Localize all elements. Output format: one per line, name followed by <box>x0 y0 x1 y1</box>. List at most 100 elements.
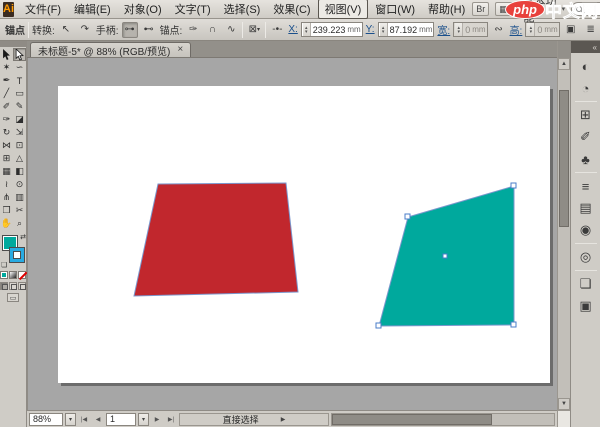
hand-tool[interactable]: ✋ <box>0 217 13 230</box>
last-artboard-button[interactable]: ▶| <box>165 413 177 426</box>
artboard[interactable] <box>58 86 550 383</box>
column-graph-tool[interactable]: ▥ <box>13 191 26 204</box>
line-segment-tool[interactable]: ╱ <box>0 87 13 100</box>
y-coordinate-field[interactable]: ▴▾ 87.192 mm <box>378 22 435 37</box>
convert-to-corner-button[interactable]: ↖ <box>58 22 74 38</box>
gradient-tool[interactable]: ◧ <box>13 165 26 178</box>
eyedropper-tool[interactable]: ≀ <box>0 178 13 191</box>
default-fill-stroke-icon[interactable]: ❏ <box>1 261 7 269</box>
close-icon[interactable]: × <box>177 45 183 55</box>
perspective-grid-tool[interactable]: △ <box>13 152 26 165</box>
magic-wand-tool[interactable]: ✶ <box>0 61 13 74</box>
stroke-panel-icon[interactable]: ≡ <box>574 175 598 197</box>
artboard-dropdown-icon[interactable]: ▾ <box>138 413 149 426</box>
lasso-tool[interactable]: ∽ <box>13 61 26 74</box>
rotate-tool[interactable]: ↻ <box>0 126 13 139</box>
swap-fill-stroke-icon[interactable]: ⇄ <box>20 233 26 241</box>
shape-builder-tool[interactable]: ⊞ <box>0 152 13 165</box>
width-tool[interactable]: ⋈ <box>0 139 13 152</box>
spinner-arrows-icon[interactable]: ▴▾ <box>455 23 463 36</box>
horizontal-scrollbar-thumb[interactable] <box>332 414 492 425</box>
color-mode-button[interactable] <box>0 271 8 279</box>
artboard-tool[interactable]: ❒ <box>0 204 13 217</box>
dock-header[interactable]: « <box>571 41 600 53</box>
spinner-arrows-icon[interactable]: ▴▾ <box>303 23 311 36</box>
gradient-mode-button[interactable] <box>9 271 17 279</box>
brushes-panel-icon[interactable]: ✐ <box>574 126 598 148</box>
artboard-number-field[interactable]: 1 <box>106 413 136 426</box>
screen-mode-button[interactable]: ▭ <box>7 293 19 302</box>
collapse-panels-icon[interactable]: « <box>593 43 597 52</box>
vertical-scrollbar-thumb[interactable] <box>559 90 569 228</box>
draw-inside-button[interactable] <box>18 282 26 290</box>
pencil-tool[interactable]: ✎ <box>13 100 26 113</box>
go-to-bridge-button[interactable]: Br <box>472 2 489 16</box>
gradient-panel-icon[interactable]: ▤ <box>574 197 598 219</box>
stroke-color-swatch[interactable] <box>9 247 25 263</box>
selection-tool[interactable] <box>0 48 13 61</box>
mesh-tool[interactable]: ▦ <box>0 165 13 178</box>
anchor-point-handle[interactable] <box>511 183 516 188</box>
convert-to-smooth-button[interactable]: ↷ <box>77 22 93 38</box>
cut-path-button[interactable]: ∿ <box>223 22 239 38</box>
menu-effect[interactable]: 效果(C) <box>267 0 316 18</box>
remove-anchor-button[interactable]: ✑ <box>185 22 201 38</box>
document-tab[interactable]: 未标题-5* @ 88% (RGB/预览) × <box>30 42 191 57</box>
x-coordinate-field[interactable]: ▴▾ 239.223 mm <box>301 22 363 37</box>
eraser-tool[interactable]: ◪ <box>13 113 26 126</box>
horizontal-scrollbar[interactable] <box>331 413 555 426</box>
previous-artboard-button[interactable]: ◀ <box>92 413 104 426</box>
canvas[interactable] <box>27 58 557 410</box>
menu-file[interactable]: 文件(F) <box>19 0 67 18</box>
symbol-sprayer-tool[interactable]: ⋔ <box>0 191 13 204</box>
pen-tool[interactable]: ✒ <box>0 74 13 87</box>
rectangle-tool[interactable]: ▭ <box>13 87 26 100</box>
status-menu-icon[interactable]: ▶ <box>281 416 286 423</box>
menu-view[interactable]: 视图(V) <box>318 0 369 19</box>
menu-help[interactable]: 帮助(H) <box>422 0 471 18</box>
vertical-scrollbar-track[interactable] <box>558 70 570 398</box>
anchor-point-handle[interactable] <box>405 214 410 219</box>
blob-brush-tool[interactable]: ✑ <box>0 113 13 126</box>
draw-normal-button[interactable] <box>0 282 8 290</box>
red-quadrilateral-shape[interactable] <box>134 183 298 296</box>
symbols-panel-icon[interactable]: ♣ <box>574 148 598 170</box>
menu-edit[interactable]: 编辑(E) <box>68 0 117 18</box>
current-tool-status[interactable]: 直接选择 ▶ <box>179 413 329 426</box>
none-mode-button[interactable] <box>18 271 26 279</box>
anchor-point-handle[interactable] <box>376 323 381 328</box>
layers-panel-icon[interactable]: ❏ <box>574 273 598 295</box>
blend-tool[interactable]: ⊙ <box>13 178 26 191</box>
color-panel-icon[interactable]: ◐ <box>574 55 598 77</box>
free-transform-tool[interactable]: ⊡ <box>13 139 26 152</box>
scroll-down-icon[interactable]: ▼ <box>558 398 570 410</box>
connect-path-button[interactable]: ∩ <box>204 22 220 38</box>
zoom-level-field[interactable]: 88% <box>29 413 63 426</box>
show-handles-button[interactable]: ⊶ <box>122 22 138 38</box>
first-artboard-button[interactable]: |◀ <box>78 413 90 426</box>
paintbrush-tool[interactable]: ✐ <box>0 100 13 113</box>
next-artboard-button[interactable]: ▶ <box>151 413 163 426</box>
menu-window[interactable]: 窗口(W) <box>369 0 421 18</box>
direct-selection-tool[interactable] <box>13 48 26 61</box>
transparency-panel-icon[interactable]: ◉ <box>574 219 598 241</box>
artboards-panel-icon[interactable]: ▣ <box>574 295 598 317</box>
scroll-up-icon[interactable]: ▲ <box>558 58 570 70</box>
tools-panel-header[interactable] <box>0 41 26 47</box>
anchor-point-handle[interactable] <box>511 322 516 327</box>
menu-select[interactable]: 选择(S) <box>218 0 267 18</box>
slice-tool[interactable]: ✂ <box>13 204 26 217</box>
appearance-panel-icon[interactable]: ◎ <box>574 246 598 268</box>
spinner-arrows-icon[interactable]: ▴▾ <box>380 23 388 36</box>
color-guide-panel-icon[interactable]: ◔ <box>574 77 598 99</box>
swatches-panel-icon[interactable]: ⊞ <box>574 104 598 126</box>
hide-handles-button[interactable]: ⊷ <box>141 22 157 38</box>
menu-type[interactable]: 文字(T) <box>169 0 217 18</box>
zoom-dropdown-icon[interactable]: ▾ <box>65 413 76 426</box>
zoom-tool[interactable]: ⌕ <box>13 217 26 230</box>
type-tool[interactable]: T <box>13 74 26 87</box>
isolate-selected-object-button[interactable]: ⊠▾ <box>246 22 262 38</box>
scale-tool[interactable]: ⇲ <box>13 126 26 139</box>
draw-behind-button[interactable] <box>9 282 17 290</box>
menu-object[interactable]: 对象(O) <box>118 0 168 18</box>
